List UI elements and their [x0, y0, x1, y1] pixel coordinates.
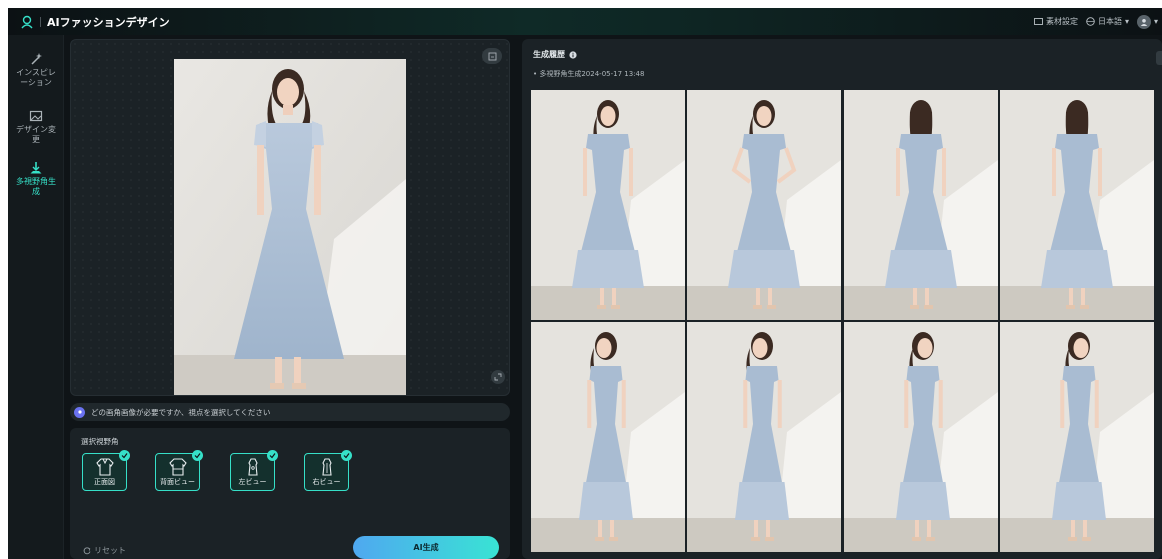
left-view-shirt-icon [248, 458, 258, 476]
generated-image-front-arms[interactable] [687, 90, 841, 320]
generated-image-right[interactable] [1000, 322, 1154, 552]
app-window: AIファッションデザイン 素材設定 日本語 ▾ ▾ インスピレーション デザイン… [8, 8, 1162, 559]
collapse-panel-button[interactable] [1156, 51, 1162, 65]
materials-icon [1034, 18, 1043, 25]
generated-image-right[interactable] [844, 322, 998, 552]
generated-image-left[interactable] [687, 322, 841, 552]
multi-view-icon [30, 162, 42, 174]
view-option-right[interactable]: 右ビュー [304, 450, 352, 491]
source-model-photo [174, 59, 406, 395]
sidebar-item-inspiration[interactable]: インスピレーション [8, 52, 64, 88]
sidebar-item-design-change[interactable]: デザイン変更 [8, 109, 64, 145]
image-save-icon [488, 52, 496, 60]
user-menu[interactable]: ▾ [1136, 14, 1158, 29]
right-view-shirt-icon [322, 458, 332, 476]
top-bar: AIファッションデザイン 素材設定 日本語 ▾ ▾ [8, 8, 1162, 35]
view-option-left[interactable]: 左ビュー [230, 450, 278, 491]
selected-check-icon [341, 450, 352, 461]
expand-button[interactable] [491, 370, 505, 384]
generated-image-left[interactable] [531, 322, 685, 552]
app-logo-icon [21, 15, 33, 28]
header-divider [40, 16, 41, 27]
view-option-back[interactable]: 背面ビュー [155, 450, 203, 491]
avatar [1136, 14, 1151, 29]
history-entry-label: • 多視野角生成2024-05-17 13:48 [533, 70, 645, 78]
reset-label: リセット [94, 546, 126, 555]
view-option-front[interactable]: 正面図 [82, 450, 130, 491]
sidebar-item-label: 多視野角生成 [16, 177, 56, 196]
reset-icon [83, 546, 91, 554]
prompt-bar: どの画角画像が必要ですか、視点を選択してください [70, 403, 510, 421]
selected-check-icon [192, 450, 203, 461]
user-menu-chevron-icon: ▾ [1153, 17, 1158, 26]
generated-image-front[interactable] [531, 90, 685, 320]
app-title: AIファッションデザイン [47, 15, 170, 29]
language-selector[interactable]: 日本語 ▾ [1086, 16, 1129, 27]
view-option-label: 背面ビュー [160, 478, 195, 486]
chevron-down-icon: ▾ [1124, 17, 1129, 26]
assistant-icon [74, 406, 85, 418]
materials-settings-label: 素材設定 [1045, 17, 1078, 26]
view-option-label: 左ビュー [238, 478, 267, 486]
history-title-row: 生成履歴 [533, 49, 577, 60]
ai-generate-button[interactable]: AI生成 [353, 536, 499, 559]
view-section-title: 選択視野角 [81, 437, 119, 446]
sidebar-item-label: インスピレーション [16, 68, 56, 87]
generated-image-back[interactable] [1000, 90, 1154, 320]
reset-button[interactable]: リセット [83, 545, 126, 556]
source-image-card [70, 39, 510, 396]
language-label: 日本語 [1097, 17, 1122, 26]
save-image-button[interactable] [482, 48, 502, 64]
selected-check-icon [267, 450, 278, 461]
view-option-label: 右ビュー [312, 478, 341, 486]
editor-panel: どの画角画像が必要ですか、視点を選択してください 選択視野角 正面図 背面ビュー [70, 39, 510, 559]
prompt-text: どの画角画像が必要ですか、視点を選択してください [91, 407, 271, 417]
history-title: 生成履歴 [533, 50, 565, 59]
front-view-shirt-icon [96, 458, 114, 476]
expand-icon [494, 373, 502, 381]
back-view-shirt-icon [169, 458, 187, 476]
header-actions: 素材設定 日本語 ▾ ▾ [1034, 8, 1158, 35]
sidebar-item-label: デザイン変更 [16, 125, 56, 144]
sidebar-item-multi-view[interactable]: 多視野角生成 [8, 161, 64, 197]
generated-image-back[interactable] [844, 90, 998, 320]
magic-wand-icon [31, 53, 42, 65]
info-icon [569, 50, 577, 59]
view-angle-card: 選択視野角 正面図 背面ビュー 左ビュー 右ビュー リセット AI生成 [70, 428, 510, 559]
globe-icon [1086, 17, 1095, 26]
sidebar: インスピレーション デザイン変更 多視野角生成 [8, 35, 64, 559]
user-icon [1140, 18, 1148, 26]
view-option-label: 正面図 [94, 478, 115, 486]
selected-check-icon [119, 450, 130, 461]
image-edit-icon [29, 110, 43, 122]
materials-settings-button[interactable]: 素材設定 [1034, 16, 1078, 27]
history-panel: 生成履歴 • 多視野角生成2024-05-17 13:48 [522, 39, 1162, 559]
